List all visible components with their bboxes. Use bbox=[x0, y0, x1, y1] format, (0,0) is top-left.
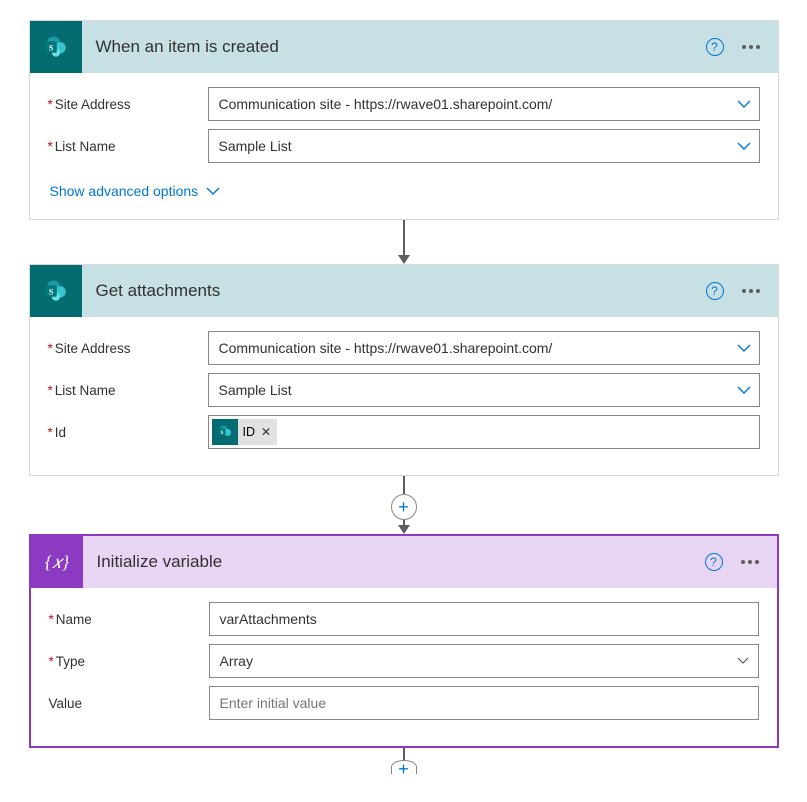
variable-name-input[interactable]: varAttachments bbox=[209, 602, 759, 636]
field-row: *List Name Sample List bbox=[48, 129, 760, 163]
action-card-get-attachments: S Get attachments ? *Site Address Commun… bbox=[29, 264, 779, 476]
variable-type-input[interactable]: Array bbox=[209, 644, 759, 678]
chevron-down-icon bbox=[737, 97, 751, 111]
card-title: When an item is created bbox=[82, 37, 706, 57]
connector-arrow bbox=[20, 220, 787, 264]
card-title: Get attachments bbox=[82, 281, 706, 301]
field-label: *Name bbox=[49, 612, 209, 627]
id-input[interactable]: S ID ✕ bbox=[208, 415, 760, 449]
field-label: *Site Address bbox=[48, 97, 208, 112]
field-label: Value bbox=[49, 696, 209, 711]
svg-text:S: S bbox=[48, 43, 53, 52]
field-row: *Site Address Communication site - https… bbox=[48, 87, 760, 121]
token-label: ID bbox=[243, 425, 256, 439]
site-address-input[interactable]: Communication site - https://rwave01.sha… bbox=[208, 87, 760, 121]
field-row: *Type Array bbox=[49, 644, 759, 678]
card-title: Initialize variable bbox=[83, 552, 705, 572]
more-menu-icon[interactable] bbox=[737, 556, 763, 568]
more-menu-icon[interactable] bbox=[738, 41, 764, 53]
variable-value-input[interactable]: Enter initial value bbox=[209, 686, 759, 720]
connector-with-plus: + bbox=[20, 476, 787, 534]
field-row: Value Enter initial value bbox=[49, 686, 759, 720]
chevron-down-icon bbox=[737, 139, 751, 153]
card-header[interactable]: S When an item is created ? bbox=[30, 21, 778, 73]
sharepoint-icon: S bbox=[30, 265, 82, 317]
more-menu-icon[interactable] bbox=[738, 285, 764, 297]
field-row: *Name varAttachments bbox=[49, 602, 759, 636]
card-body: *Name varAttachments *Type Array Value E… bbox=[31, 588, 777, 746]
site-address-input[interactable]: Communication site - https://rwave01.sha… bbox=[208, 331, 760, 365]
chevron-down-icon bbox=[206, 184, 220, 198]
card-body: *Site Address Communication site - https… bbox=[30, 317, 778, 475]
field-label: *List Name bbox=[48, 139, 208, 154]
sharepoint-icon: S bbox=[212, 419, 238, 445]
field-label: *Id bbox=[48, 425, 208, 440]
chevron-down-icon bbox=[737, 383, 751, 397]
add-step-button[interactable]: + bbox=[391, 760, 417, 774]
variable-icon: {𝑥} bbox=[31, 536, 83, 588]
chevron-down-icon bbox=[737, 341, 751, 355]
connector-bottom: + bbox=[20, 748, 787, 774]
remove-token-icon[interactable]: ✕ bbox=[261, 425, 271, 439]
help-icon[interactable]: ? bbox=[706, 38, 724, 56]
card-header[interactable]: S Get attachments ? bbox=[30, 265, 778, 317]
trigger-card: S When an item is created ? *Site Addres… bbox=[29, 20, 779, 220]
card-header[interactable]: {𝑥} Initialize variable ? bbox=[31, 536, 777, 588]
svg-text:S: S bbox=[220, 431, 223, 436]
show-advanced-link[interactable]: Show advanced options bbox=[48, 183, 221, 199]
card-body: *Site Address Communication site - https… bbox=[30, 73, 778, 219]
field-label: *List Name bbox=[48, 383, 208, 398]
svg-text:S: S bbox=[48, 287, 53, 296]
chevron-down-icon bbox=[736, 654, 750, 668]
field-row: *Id S ID ✕ bbox=[48, 415, 760, 449]
list-name-input[interactable]: Sample List bbox=[208, 373, 760, 407]
help-icon[interactable]: ? bbox=[706, 282, 724, 300]
svg-text:{𝑥}: {𝑥} bbox=[44, 552, 69, 572]
field-label: *Site Address bbox=[48, 341, 208, 356]
field-label: *Type bbox=[49, 654, 209, 669]
dynamic-content-token[interactable]: S ID ✕ bbox=[212, 419, 278, 445]
add-step-button[interactable]: + bbox=[391, 494, 417, 520]
field-row: *List Name Sample List bbox=[48, 373, 760, 407]
list-name-input[interactable]: Sample List bbox=[208, 129, 760, 163]
sharepoint-icon: S bbox=[30, 21, 82, 73]
help-icon[interactable]: ? bbox=[705, 553, 723, 571]
field-row: *Site Address Communication site - https… bbox=[48, 331, 760, 365]
action-card-initialize-variable: {𝑥} Initialize variable ? *Name varAttac… bbox=[29, 534, 779, 748]
